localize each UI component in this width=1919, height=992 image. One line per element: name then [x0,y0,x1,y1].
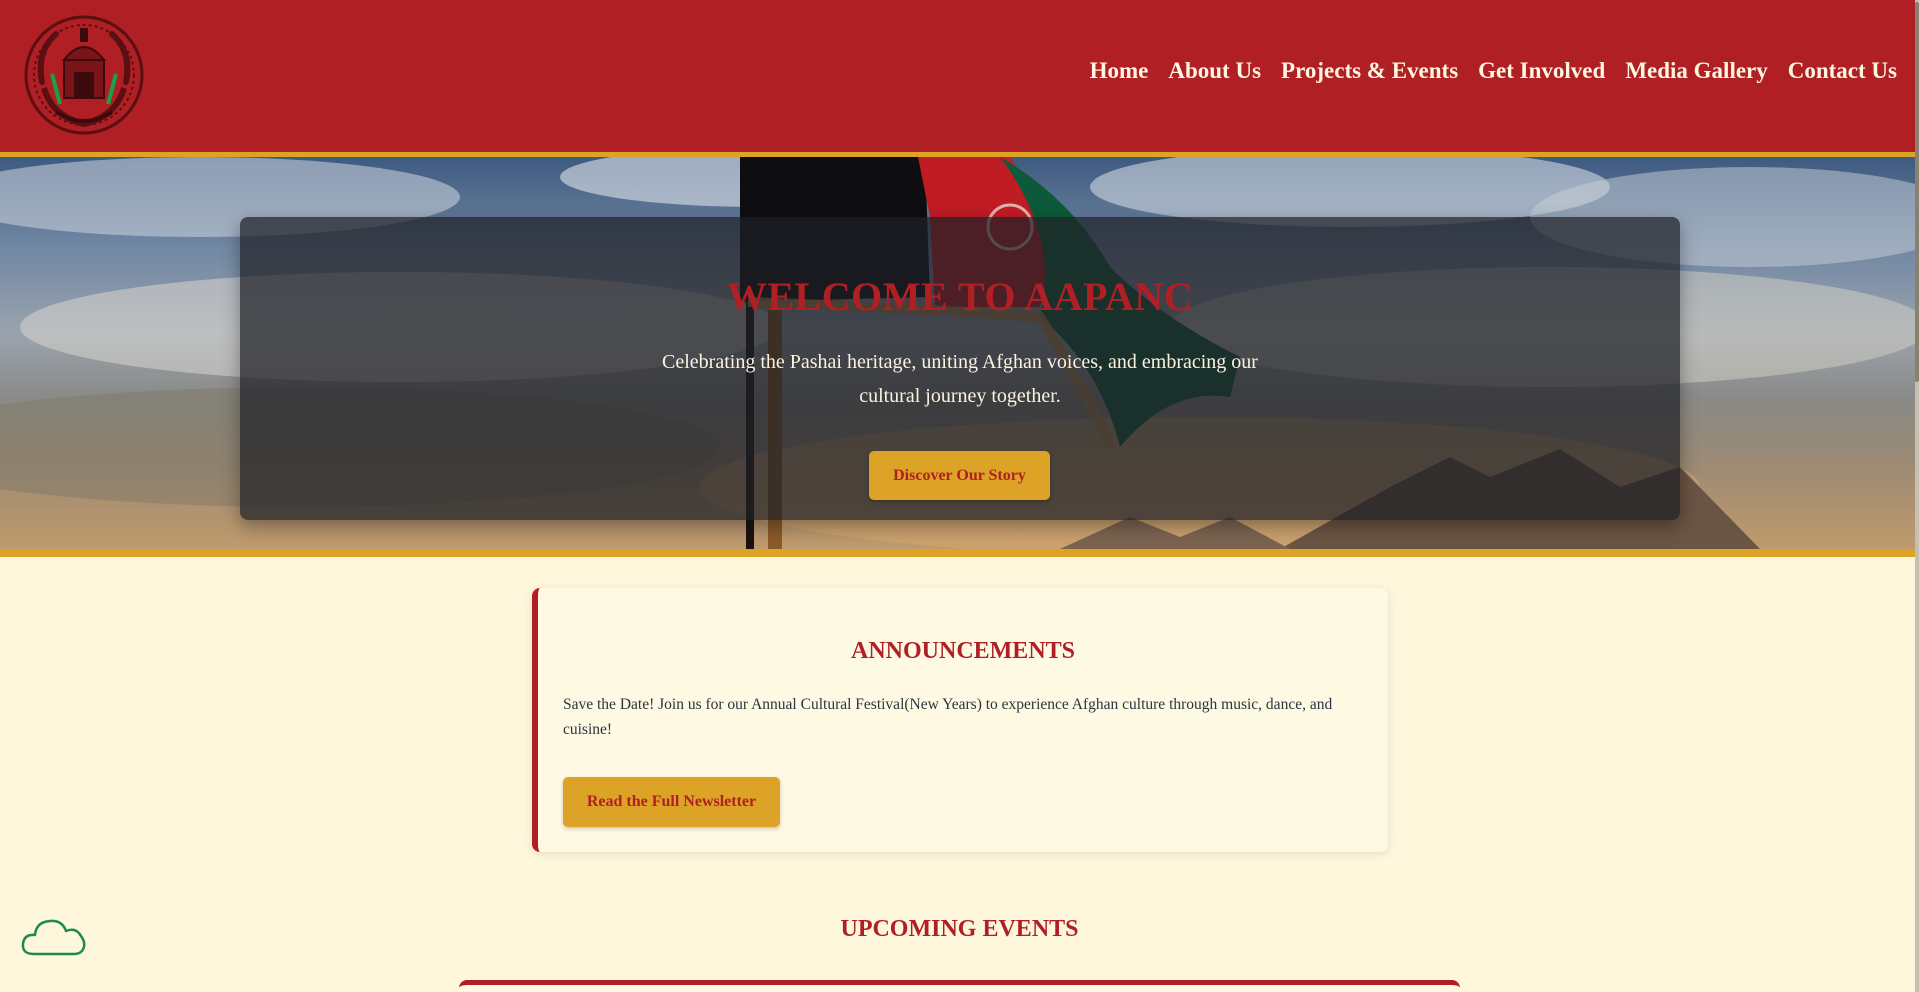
site-header: Home About Us Projects & Events Get Invo… [0,0,1919,157]
hero-card: WELCOME TO AAPANC Celebrating the Pashai… [240,217,1680,520]
nav-contact-us[interactable]: Contact Us [1788,58,1897,84]
discover-our-story-button[interactable]: Discover Our Story [869,451,1050,500]
nav-about-us[interactable]: About Us [1168,58,1261,84]
hero-subtitle: Celebrating the Pashai heritage, uniting… [662,351,1258,407]
hero-title: WELCOME TO AAPANC [726,274,1194,319]
nav-media-gallery[interactable]: Media Gallery [1625,58,1767,84]
read-newsletter-button[interactable]: Read the Full Newsletter [563,777,780,827]
hero-banner: WELCOME TO AAPANC Celebrating the Pashai… [0,157,1919,557]
main-nav: Home About Us Projects & Events Get Invo… [1090,58,1897,84]
nav-projects-events[interactable]: Projects & Events [1281,58,1458,84]
announcement-text: Save the Date! Join us for our Annual Cu… [563,696,1333,738]
announcements-card: ANNOUNCEMENTS Save the Date! Join us for… [532,588,1388,852]
scrollbar-thumb[interactable] [1915,2,1919,382]
nav-home[interactable]: Home [1090,58,1149,84]
nav-get-involved[interactable]: Get Involved [1478,58,1605,84]
announcements-title: ANNOUNCEMENTS [850,638,1075,664]
afghan-emblem-icon[interactable] [22,12,146,138]
upcoming-events-title: UPCOMING EVENTS [840,916,1079,942]
events-card [459,980,1460,992]
cloud-icon[interactable] [20,914,88,960]
